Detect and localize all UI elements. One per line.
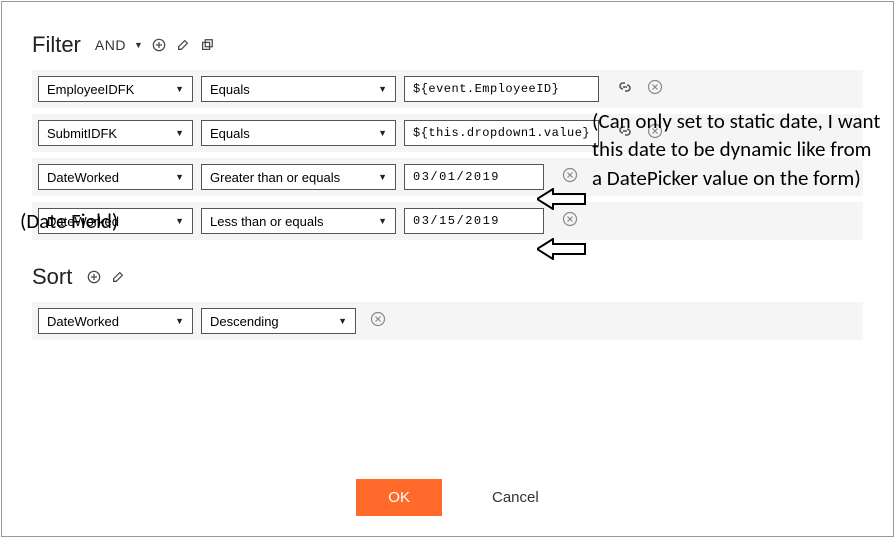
chevron-down-icon: ▼ — [175, 172, 184, 182]
chevron-down-icon: ▼ — [378, 216, 387, 226]
chevron-down-icon: ▼ — [175, 84, 184, 94]
filter-value-date-input[interactable]: 03/01/2019 — [404, 164, 544, 190]
filter-value-input[interactable]: ${event.EmployeeID} — [404, 76, 599, 102]
remove-icon[interactable] — [562, 211, 578, 232]
sort-row: DateWorked ▼ Descending ▼ — [32, 302, 863, 340]
filter-op-select[interactable]: Equals ▼ — [201, 76, 396, 102]
filter-value-input[interactable]: ${this.dropdown1.value} — [404, 120, 599, 146]
copy-icon[interactable] — [199, 37, 215, 53]
annotation-static-date: (Can only set to static date, I want thi… — [592, 107, 882, 192]
filter-value-text: 03/15/2019 — [413, 214, 500, 228]
remove-icon[interactable] — [647, 79, 663, 100]
filter-op-value: Equals — [210, 82, 250, 97]
filter-field-value: SubmitIDFK — [47, 126, 117, 141]
edit-icon[interactable] — [110, 269, 126, 285]
filter-field-select[interactable]: DateWorked ▼ — [38, 164, 193, 190]
filter-op-select[interactable]: Equals ▼ — [201, 120, 396, 146]
chevron-down-icon: ▼ — [175, 128, 184, 138]
filter-field-select[interactable]: SubmitIDFK ▼ — [38, 120, 193, 146]
sort-direction-value: Descending — [210, 314, 279, 329]
add-icon[interactable] — [86, 269, 102, 285]
dialog-buttons: OK Cancel — [2, 479, 893, 516]
dialog-window: Filter AND ▼ EmployeeIDFK ▼ Equ — [1, 1, 894, 537]
sort-field-value: DateWorked — [47, 314, 119, 329]
annotation-date-field: (Date Field) — [20, 207, 118, 235]
sort-title: Sort — [32, 264, 72, 290]
sort-direction-select[interactable]: Descending ▼ — [201, 308, 356, 334]
filter-row: EmployeeIDFK ▼ Equals ▼ ${event.Employee… — [32, 70, 863, 108]
filter-op-select[interactable]: Greater than or equals ▼ — [201, 164, 396, 190]
filter-value-text: ${event.EmployeeID} — [413, 82, 559, 96]
sort-header: Sort — [32, 264, 863, 290]
filter-value-text: ${this.dropdown1.value} — [413, 126, 590, 140]
edit-icon[interactable] — [175, 37, 191, 53]
chevron-down-icon: ▼ — [378, 84, 387, 94]
chevron-down-icon: ▼ — [378, 128, 387, 138]
cancel-button[interactable]: Cancel — [492, 489, 539, 506]
sort-rows: DateWorked ▼ Descending ▼ — [32, 302, 863, 340]
row-actions — [617, 79, 663, 100]
filter-op-value: Less than or equals — [210, 214, 323, 229]
filter-op-select[interactable]: Less than or equals ▼ — [201, 208, 396, 234]
filter-value-text: 03/01/2019 — [413, 170, 500, 184]
chevron-down-icon: ▼ — [378, 172, 387, 182]
chevron-down-icon: ▼ — [338, 316, 347, 326]
filter-op-value: Equals — [210, 126, 250, 141]
chevron-down-icon: ▼ — [175, 216, 184, 226]
filter-title: Filter — [32, 32, 81, 58]
chevron-down-icon: ▼ — [175, 316, 184, 326]
sort-field-select[interactable]: DateWorked ▼ — [38, 308, 193, 334]
filter-value-date-input[interactable]: 03/15/2019 — [404, 208, 544, 234]
add-icon[interactable] — [151, 37, 167, 53]
remove-icon[interactable] — [562, 167, 578, 188]
filter-field-select[interactable]: EmployeeIDFK ▼ — [38, 76, 193, 102]
filter-operator[interactable]: AND — [95, 37, 126, 53]
filter-field-value: EmployeeIDFK — [47, 82, 134, 97]
operator-dropdown-icon[interactable]: ▼ — [134, 40, 143, 50]
filter-header: Filter AND ▼ — [32, 32, 863, 58]
filter-row: DateWorked ▼ Less than or equals ▼ 03/15… — [32, 202, 863, 240]
filter-op-value: Greater than or equals — [210, 170, 340, 185]
row-actions — [562, 167, 578, 188]
filter-field-value: DateWorked — [47, 170, 119, 185]
link-icon[interactable] — [617, 79, 633, 100]
ok-button[interactable]: OK — [356, 479, 442, 516]
row-actions — [562, 211, 578, 232]
remove-icon[interactable] — [370, 311, 386, 332]
